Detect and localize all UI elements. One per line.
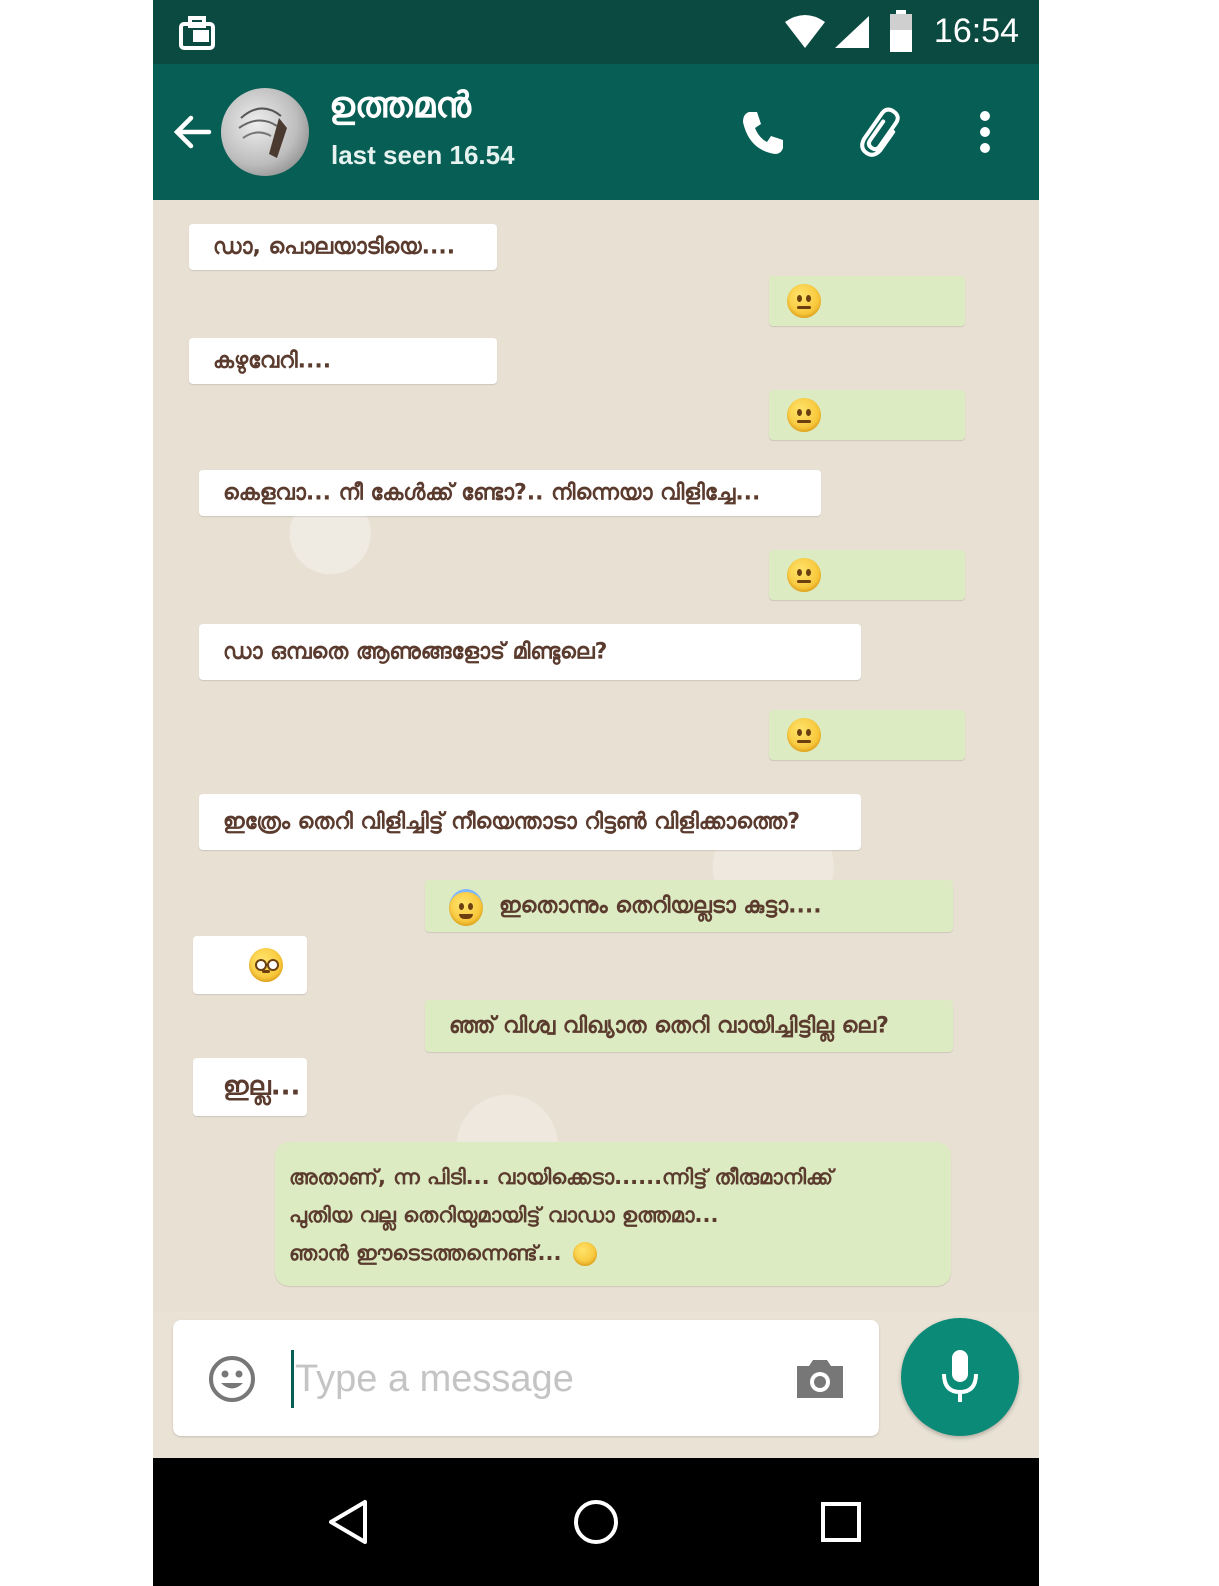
message-incoming[interactable] [193, 936, 307, 994]
back-arrow-icon[interactable] [169, 108, 217, 156]
message-composer [173, 1320, 879, 1436]
neutral-face-icon [787, 718, 821, 752]
nav-recents-icon[interactable] [813, 1494, 869, 1550]
message-text: ഇല്ല... [223, 1071, 301, 1102]
message-outgoing[interactable] [769, 276, 965, 326]
message-line: അതാണ്, ന്ന പിടി... വായിക്കെടാ......ന്നിട… [289, 1165, 833, 1189]
message-text: കഴുവേറി.... [213, 348, 332, 374]
battery-icon [890, 10, 912, 52]
message-outgoing[interactable] [769, 710, 965, 760]
message-text: ഡാ, പൊലയാടിയെ.... [213, 234, 456, 260]
last-seen: last seen 16.54 [331, 140, 515, 170]
message-incoming[interactable]: ഡാ, പൊലയാടിയെ.... [189, 224, 497, 270]
message-text: ഇത്രേം തെറി വിളിച്ചിട്ട് നീയെന്താടാ റിട്… [223, 809, 800, 835]
message-outgoing[interactable]: ഇതൊന്നും തെറിയല്ലടാ കുട്ടാ.... [425, 880, 953, 932]
message-outgoing[interactable]: ഞ്ഞ് വിശ്വ വിഖ്യാത തെറി വായിച്ചിട്ടില്ല … [425, 1000, 953, 1052]
chat-area: ഡാ, പൊലയാടിയെ.... കഴുവേറി.... കെളവാ... ന… [153, 200, 1039, 1312]
message-outgoing[interactable] [769, 550, 965, 600]
message-line-with-emoji: ഞാൻ ഈടെടത്തന്നെണ്ട്... [289, 1234, 833, 1272]
more-vert-icon[interactable] [957, 104, 1013, 160]
status-time: 16:54 [933, 12, 1019, 50]
chat-header: ഉത്തമൻ last seen 16.54 [153, 64, 1039, 200]
message-text: ഇതൊന്നും തെറിയല്ലടാ കുട്ടാ.... [499, 893, 822, 919]
message-incoming[interactable]: ഇല്ല... [193, 1058, 307, 1116]
smirk-face-icon [572, 1242, 597, 1266]
message-incoming[interactable]: ഡാ ഒമ്പതെ ആണുങ്ങളോട് മിണ്ടുലെ? [199, 624, 861, 680]
avatar[interactable] [221, 88, 309, 176]
neutral-face-icon [787, 284, 821, 318]
flushed-face-icon [249, 948, 283, 982]
neutral-face-icon [787, 398, 821, 432]
briefcase-icon [179, 16, 215, 50]
nav-home-icon[interactable] [568, 1494, 624, 1550]
message-text: ഞ്ഞ് വിശ്വ വിഖ്യാത തെറി വായിച്ചിട്ടില്ല … [449, 1013, 889, 1039]
status-bar: 16:54 [153, 0, 1039, 64]
message-incoming[interactable]: ഇത്രേം തെറി വിളിച്ചിട്ട് നീയെന്താടാ റിട്… [199, 794, 861, 850]
paperclip-icon[interactable] [853, 104, 909, 160]
emoji-icon[interactable] [207, 1354, 257, 1404]
message-input[interactable] [293, 1350, 777, 1408]
phone-icon[interactable] [735, 104, 791, 160]
message-line: പുതിയ വല്ല തെറിയുമായിട്ട് വാഡാ ഉത്തമാ... [289, 1203, 719, 1227]
message-incoming[interactable]: കെളവാ... നീ കേൾക്ക് ണ്ടോ?.. നിന്നെയാ വിള… [199, 470, 821, 516]
wifi-icon [785, 15, 825, 48]
message-text: ഡാ ഒമ്പതെ ആണുങ്ങളോട് മിണ്ടുലെ? [223, 639, 608, 665]
mic-button[interactable] [901, 1318, 1019, 1436]
mic-icon [942, 1350, 978, 1402]
message-line: ഞാൻ ഈടെടത്തന്നെണ്ട്... [289, 1241, 562, 1265]
avatar-image [238, 107, 287, 158]
message-outgoing[interactable] [769, 390, 965, 440]
phone-screen: 16:54 ഉത്തമൻ last seen 16.54 ഡാ, പൊലയാടി… [153, 0, 1039, 1586]
contact-name[interactable]: ഉത്തമൻ [329, 84, 471, 127]
navigation-bar [153, 1458, 1039, 1586]
neutral-face-icon [787, 558, 821, 592]
message-incoming[interactable]: കഴുവേറി.... [189, 338, 497, 384]
camera-icon[interactable] [793, 1356, 847, 1402]
message-text: അതാണ്, ന്ന പിടി... വായിക്കെടാ......ന്നിട… [289, 1158, 833, 1272]
signal-icon [835, 16, 869, 48]
message-outgoing[interactable]: അതാണ്, ന്ന പിടി... വായിക്കെടാ......ന്നിട… [275, 1142, 951, 1286]
halo-face-icon [449, 889, 483, 926]
message-text: കെളവാ... നീ കേൾക്ക് ണ്ടോ?.. നിന്നെയാ വിള… [223, 480, 761, 506]
nav-back-icon[interactable] [321, 1494, 377, 1550]
